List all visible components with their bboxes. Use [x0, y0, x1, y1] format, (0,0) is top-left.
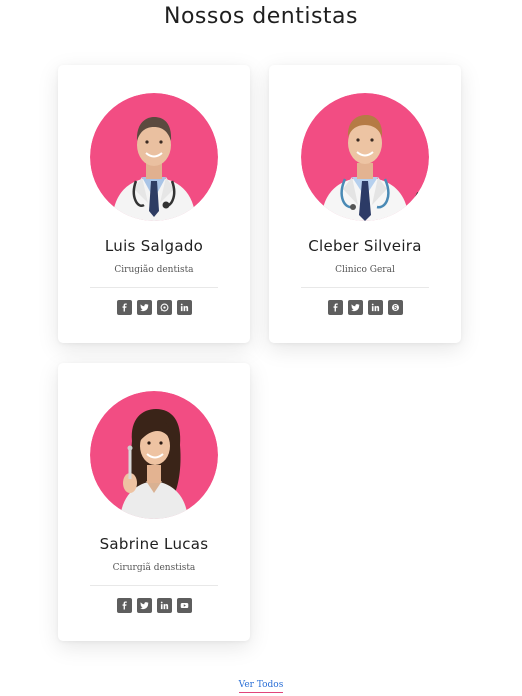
linkedin-icon[interactable] [156, 598, 172, 613]
team-member-card: Cleber Silveira Clinico Geral [269, 65, 461, 343]
twitter-icon[interactable] [136, 300, 152, 315]
avatar-photo [90, 391, 218, 519]
facebook-icon[interactable] [327, 300, 343, 315]
avatar-photo [301, 93, 429, 221]
divider [90, 585, 218, 586]
page-title: Nossos dentistas [164, 4, 358, 29]
member-role: Cirurgiã denstista [112, 563, 196, 573]
youtube-icon[interactable] [176, 598, 192, 613]
facebook-icon[interactable] [116, 598, 132, 613]
twitter-icon[interactable] [347, 300, 363, 315]
social-links [58, 598, 250, 613]
member-name: Cleber Silveira [308, 237, 422, 255]
team-member-card: Sabrine Lucas Cirurgiã denstista [58, 363, 250, 641]
divider [301, 287, 429, 288]
team-member-card: Luis Salgado Cirugião dentista [58, 65, 250, 343]
member-role: Clinico Geral [335, 265, 395, 275]
member-name: Luis Salgado [104, 237, 204, 255]
linkedin-icon[interactable] [176, 300, 192, 315]
linkedin-icon[interactable] [367, 300, 383, 315]
member-name: Sabrine Lucas [99, 535, 209, 553]
social-links [58, 300, 250, 315]
skype-icon[interactable] [387, 300, 403, 315]
avatar-photo [90, 93, 218, 221]
whatsapp-icon[interactable] [156, 300, 172, 315]
see-all-link[interactable]: Ver Todos [238, 680, 284, 693]
member-role: Cirugião dentista [114, 265, 194, 275]
twitter-icon[interactable] [136, 598, 152, 613]
facebook-icon[interactable] [116, 300, 132, 315]
divider [90, 287, 218, 288]
social-links [269, 300, 461, 315]
see-all-container: Ver Todos [0, 672, 522, 693]
